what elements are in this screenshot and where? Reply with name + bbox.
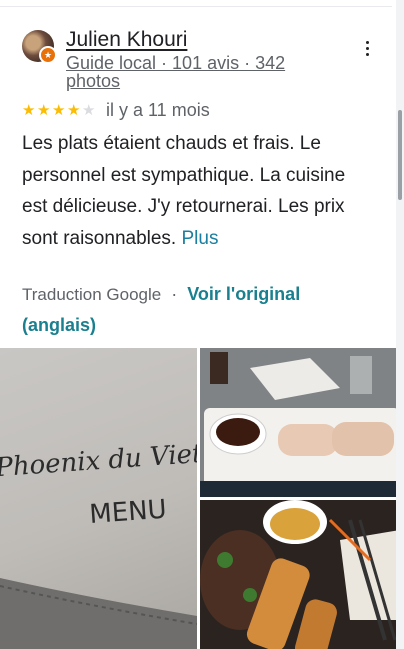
rating-row: ★ ★ ★ ★ ★ il y a 11 mois bbox=[22, 100, 210, 121]
local-guide-badge-icon: ★ bbox=[39, 46, 57, 64]
translation-row: Traduction Google · Voir l'original (angla… bbox=[22, 279, 372, 341]
spring-rolls-image bbox=[200, 348, 400, 497]
photo-spring-rolls[interactable] bbox=[200, 348, 400, 497]
review-card: ★ Julien Khouri Guide local · 101 avis ·… bbox=[0, 0, 404, 649]
reviewer-name[interactable]: Julien Khouri bbox=[66, 28, 187, 52]
menu-sign-text: Phoenix du Vietn bbox=[0, 438, 197, 484]
star-rating: ★ ★ ★ ★ ★ bbox=[22, 103, 97, 118]
noodle-plate-image bbox=[200, 500, 400, 649]
scrollbar[interactable] bbox=[396, 0, 404, 649]
star-empty-icon: ★ bbox=[82, 102, 96, 119]
review-photos: Phoenix du Vietn MENU bbox=[0, 348, 400, 649]
translation-provider: Traduction Google bbox=[22, 285, 162, 304]
more-options-icon[interactable] bbox=[358, 38, 378, 58]
star-icon: ★ bbox=[67, 102, 81, 119]
more-link[interactable]: Plus bbox=[182, 228, 219, 249]
photo-menu[interactable]: Phoenix du Vietn MENU bbox=[0, 348, 197, 649]
divider bbox=[0, 6, 392, 7]
menu-label-text: MENU bbox=[88, 495, 167, 530]
star-icon: ★ bbox=[52, 102, 66, 119]
star-icon: ★ bbox=[22, 102, 36, 119]
review-text: Les plats étaient chauds et frais. Le pe… bbox=[22, 128, 368, 254]
photo-noodle-plate[interactable] bbox=[200, 500, 400, 649]
avatar[interactable]: ★ bbox=[22, 30, 57, 64]
reviewer-meta[interactable]: Guide local · 101 avis · 342 photos bbox=[66, 54, 326, 90]
separator: · bbox=[171, 284, 178, 304]
menu-photo-image: Phoenix du Vietn MENU bbox=[0, 438, 197, 649]
review-date: il y a 11 mois bbox=[106, 100, 210, 120]
star-icon: ★ bbox=[37, 102, 51, 119]
scrollbar-thumb[interactable] bbox=[398, 110, 402, 200]
